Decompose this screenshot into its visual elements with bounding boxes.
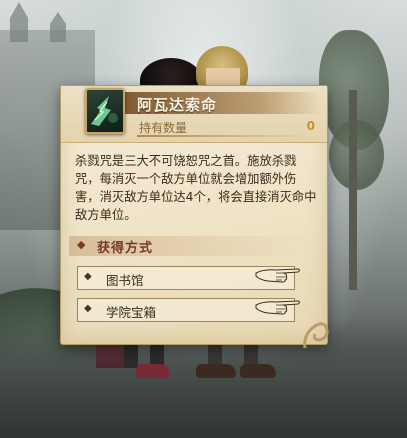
acquire-section-title: 获得方式 [97, 241, 154, 256]
avada-kedavra-card-icon[interactable] [85, 88, 125, 134]
item-description: 杀戮咒是三大不可饶恕咒之首。施放杀戮咒，每消灭一个敌方单位就会增加额外伤害，消灭… [75, 154, 317, 222]
acquire-source-house-chest[interactable]: ◆ 学院宝箱 [77, 298, 300, 322]
acquire-source-label: 学院宝箱 [106, 305, 157, 320]
acquire-source-label: 图书馆 [106, 273, 144, 288]
item-detail-card: 阿瓦达索命 持有数量 0 杀戮咒是三大不可饶恕咒之首。施放杀戮咒，每消灭一个敌方… [60, 85, 329, 349]
diamond-bullet-icon: ◆ [77, 238, 86, 251]
card-header: 阿瓦达索命 持有数量 0 [61, 86, 327, 143]
diamond-bullet-icon: ◆ [84, 271, 92, 282]
item-name: 阿瓦达索命 [137, 96, 218, 114]
divider [137, 135, 309, 137]
acquire-source-library[interactable]: ◆ 图书馆 [77, 266, 300, 290]
hold-count-label: 持有数量 [139, 121, 188, 135]
diamond-bullet-icon: ◆ [84, 303, 92, 314]
pointing-hand-icon[interactable] [254, 295, 302, 321]
scroll-curl-icon [303, 322, 329, 349]
tree [319, 30, 389, 290]
pointing-hand-icon[interactable] [254, 263, 302, 289]
hold-count-value: 0 [306, 119, 315, 133]
